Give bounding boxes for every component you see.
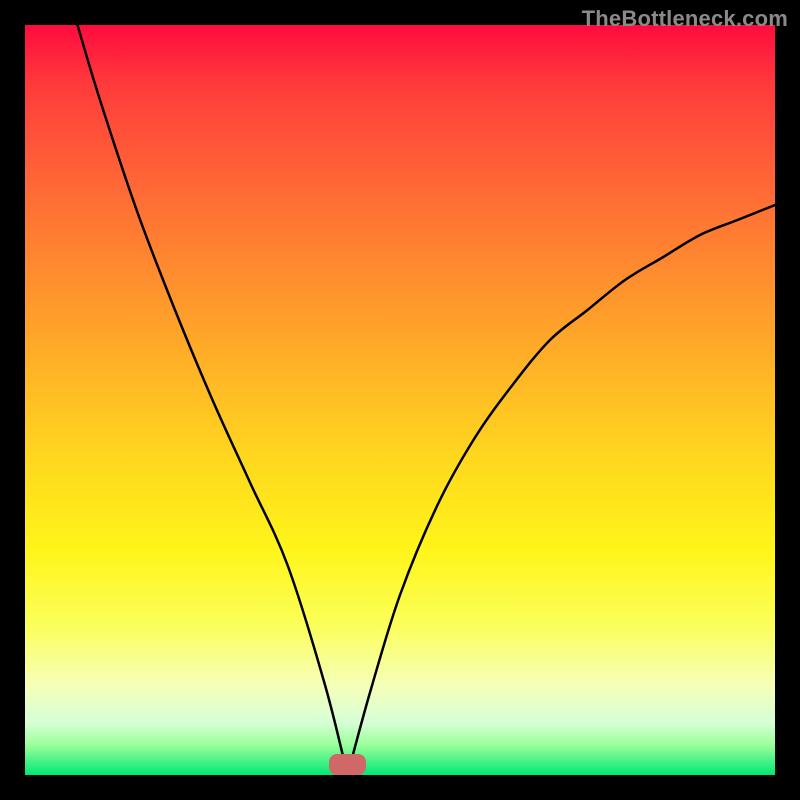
bottleneck-curve — [25, 25, 775, 775]
chart-frame: TheBottleneck.com — [0, 0, 800, 800]
plot-area — [25, 25, 775, 775]
optimal-marker — [329, 754, 367, 775]
watermark: TheBottleneck.com — [582, 6, 788, 32]
